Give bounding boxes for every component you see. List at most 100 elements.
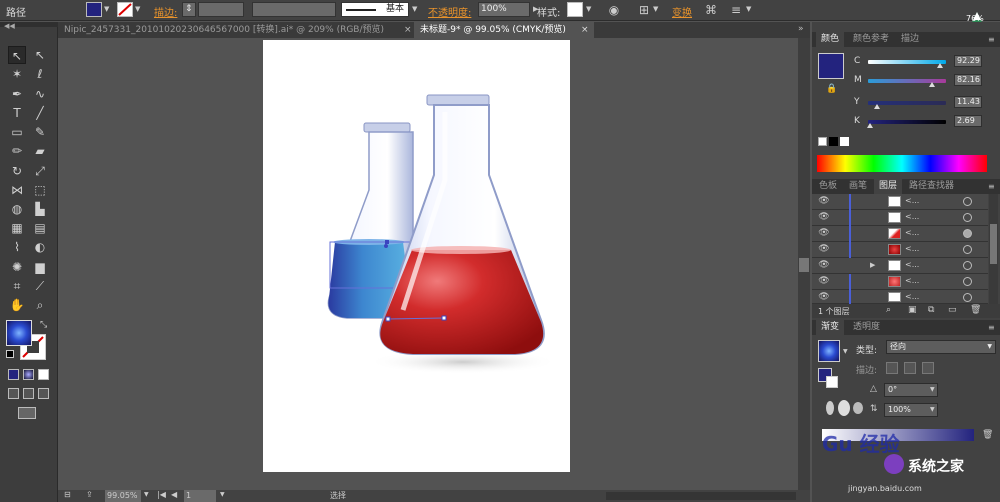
make-clipping-mask-icon[interactable]: ▣ bbox=[908, 305, 917, 315]
collapse-toolbox-icon[interactable]: ◀◀ bbox=[4, 22, 15, 30]
tab-transparency[interactable]: 透明度 bbox=[848, 320, 885, 335]
isolate-icon[interactable]: ⌘ bbox=[703, 2, 719, 18]
tab-color-guide[interactable]: 颜色参考 bbox=[848, 32, 894, 47]
stroke-within-icon[interactable] bbox=[886, 362, 898, 374]
tab-gradient[interactable]: 渐变 bbox=[816, 320, 845, 335]
transform-link[interactable]: 变换 bbox=[672, 4, 692, 19]
layer-row[interactable]: 👁 <... bbox=[812, 242, 988, 258]
panel-menu-icon[interactable]: ≡ bbox=[988, 35, 995, 44]
close-tab-icon[interactable]: × bbox=[404, 22, 412, 38]
draw-normal-icon[interactable] bbox=[8, 388, 19, 399]
fill-color-box-front[interactable] bbox=[6, 320, 32, 346]
close-tab-icon[interactable]: × bbox=[581, 22, 589, 38]
layer-row[interactable]: 👁 <... bbox=[812, 226, 988, 242]
none-color-icon[interactable] bbox=[818, 137, 827, 146]
share-icon[interactable]: ⇪ bbox=[86, 490, 93, 499]
panel-menu-icon[interactable]: ≡ bbox=[988, 182, 995, 191]
visibility-eye-icon[interactable]: 👁 bbox=[817, 276, 831, 287]
vertical-scroll-thumb[interactable] bbox=[799, 258, 809, 272]
variable-width-dropdown[interactable] bbox=[252, 2, 336, 17]
flasks-artwork[interactable] bbox=[263, 40, 570, 472]
visibility-eye-icon[interactable]: 👁 bbox=[817, 196, 831, 207]
new-sublayer-icon[interactable]: ⧉ bbox=[928, 305, 934, 315]
recolor-artwork-icon[interactable]: ◉ bbox=[606, 2, 622, 18]
draw-inside-icon[interactable] bbox=[38, 388, 49, 399]
target-circle-icon[interactable] bbox=[963, 245, 972, 254]
stroke-weight-field[interactable] bbox=[198, 2, 244, 17]
delete-layer-icon[interactable]: 🗑 bbox=[970, 305, 981, 315]
gradient-type-dropdown[interactable]: 径向 ▼ bbox=[886, 340, 996, 354]
horizontal-scrollbar[interactable] bbox=[606, 492, 796, 500]
target-circle-icon[interactable] bbox=[963, 229, 972, 238]
opacity-label[interactable]: 不透明度: bbox=[428, 4, 471, 19]
curvature-tool-icon[interactable]: ∿ bbox=[31, 85, 49, 103]
stroke-weight-stepper[interactable]: ⇕ bbox=[182, 2, 196, 17]
direct-selection-tool-icon[interactable]: ↖ bbox=[31, 46, 49, 64]
target-circle-icon[interactable] bbox=[963, 277, 972, 286]
selection-tool-icon[interactable]: ↖ bbox=[8, 46, 26, 64]
tab-color[interactable]: 颜色 bbox=[816, 32, 845, 47]
layer-row[interactable]: 👁 <... bbox=[812, 210, 988, 226]
mesh-tool-icon[interactable]: ▦ bbox=[8, 219, 26, 237]
rectangle-tool-icon[interactable]: ▭ bbox=[8, 123, 26, 141]
artboard-navigator-icon[interactable]: ⊟ bbox=[64, 490, 71, 499]
channel-m-value[interactable]: 82.16 bbox=[954, 74, 982, 86]
line-tool-icon[interactable]: ╱ bbox=[31, 104, 49, 122]
eraser-tool-icon[interactable]: ▰ bbox=[31, 142, 49, 160]
paintbrush-tool-icon[interactable]: ✎ bbox=[31, 123, 49, 141]
channel-k-slider-thumb[interactable] bbox=[867, 123, 874, 128]
layer-row[interactable]: 👁 <... bbox=[812, 274, 988, 290]
artboard-dropdown-arrow-icon[interactable]: ▼ bbox=[220, 491, 225, 498]
color-mode-icon[interactable] bbox=[8, 369, 19, 380]
color-panel-fill-swatch[interactable] bbox=[818, 53, 844, 79]
channel-c-slider-thumb[interactable] bbox=[936, 63, 943, 68]
pencil-tool-icon[interactable]: ✏ bbox=[8, 142, 26, 160]
target-circle-icon[interactable] bbox=[963, 213, 972, 222]
channel-m-slider-thumb[interactable] bbox=[928, 82, 935, 87]
slice-tool-icon[interactable]: ⟋ bbox=[31, 277, 49, 295]
stroke-weight-label[interactable]: 描边: bbox=[154, 4, 177, 19]
gradient-start-handle[interactable] bbox=[385, 316, 391, 322]
tab-nipic-document[interactable]: Nipic_2457331_20101020230646567000 [转换].… bbox=[58, 22, 410, 38]
default-colors-icon[interactable] bbox=[6, 350, 14, 358]
layers-scrollbar[interactable] bbox=[989, 194, 998, 304]
angle-dropdown-arrow-icon[interactable]: ▼ bbox=[930, 386, 935, 393]
tab-brushes[interactable]: 画笔 bbox=[844, 179, 872, 194]
column-graph-tool-icon[interactable]: ▆ bbox=[31, 258, 49, 276]
white-color-icon[interactable] bbox=[840, 137, 849, 146]
draw-behind-icon[interactable] bbox=[23, 388, 34, 399]
previous-artboard-icon[interactable]: ◀ bbox=[171, 490, 177, 499]
channel-y-slider[interactable] bbox=[868, 101, 946, 105]
channel-y-slider-thumb[interactable] bbox=[873, 104, 880, 109]
channel-y-value[interactable]: 11.43 bbox=[954, 96, 982, 108]
channel-k-slider[interactable] bbox=[868, 120, 946, 124]
channel-c-value[interactable]: 92.29 bbox=[954, 55, 982, 67]
opacity-field[interactable]: 100% bbox=[478, 2, 530, 17]
zoom-field[interactable]: 99.05% bbox=[105, 490, 141, 502]
gradient-stops-preview[interactable] bbox=[820, 398, 870, 418]
fill-dropdown-arrow-icon[interactable]: ▼ bbox=[104, 5, 109, 13]
channel-c-slider[interactable] bbox=[868, 60, 946, 64]
swap-fill-stroke-icon[interactable]: ⤡ bbox=[40, 320, 47, 330]
panel-menu-icon[interactable]: ≡ bbox=[988, 323, 995, 332]
target-circle-icon[interactable] bbox=[963, 197, 972, 206]
magic-wand-tool-icon[interactable]: ✶ bbox=[8, 65, 26, 83]
layer-row[interactable]: 👁 <... bbox=[812, 194, 988, 210]
gradient-dropdown-arrow-icon[interactable]: ▼ bbox=[843, 348, 848, 355]
style-dropdown-arrow-icon[interactable]: ▼ bbox=[586, 5, 591, 13]
aspect-dropdown-arrow-icon[interactable]: ▼ bbox=[930, 406, 935, 413]
stroke-dropdown-arrow-icon[interactable]: ▼ bbox=[135, 5, 140, 13]
first-artboard-icon[interactable]: |◀ bbox=[157, 490, 166, 499]
perspective-grid-tool-icon[interactable]: ▙ bbox=[31, 200, 49, 218]
layer-row[interactable]: 👁 <... bbox=[812, 290, 988, 304]
stroke-along-icon[interactable] bbox=[904, 362, 916, 374]
gradient-preview-swatch[interactable] bbox=[818, 340, 840, 362]
tab-layers[interactable]: 图层 bbox=[874, 179, 903, 194]
lasso-tool-icon[interactable]: ℓ bbox=[31, 65, 49, 83]
control-menu-arrow-icon[interactable]: ▼ bbox=[746, 5, 751, 13]
gradient-mode-icon[interactable] bbox=[23, 369, 34, 380]
brush-definition-dropdown[interactable]: 基本 bbox=[341, 2, 409, 17]
new-layer-icon[interactable]: ▭ bbox=[948, 305, 957, 315]
brush-dropdown-arrow-icon[interactable]: ▼ bbox=[412, 5, 417, 13]
color-spectrum-bar[interactable] bbox=[817, 155, 987, 172]
